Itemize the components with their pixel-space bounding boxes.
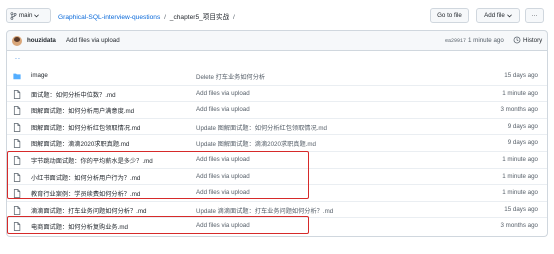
latest-commit-bar: houzidata Add files via upload ea29917 1… (6, 30, 548, 51)
parent-directory-row[interactable]: .. (7, 51, 547, 67)
commit-author[interactable]: houzidata (27, 37, 56, 44)
file-commit-message[interactable]: Update 滴滴面试题：打车业务问题如何分析？.md (196, 206, 333, 215)
file-name-link[interactable]: image (31, 72, 48, 79)
file-icon (13, 122, 21, 132)
file-name-link[interactable]: 教育行业案例：学员续费如何分析？.md (31, 189, 140, 198)
file-name-link[interactable]: 图解面试题：如何分析用户满意度.md (31, 106, 134, 115)
file-icon (13, 139, 21, 149)
file-commit-message[interactable]: Update 图解面试题：滴滴2020求职真题.md (196, 139, 316, 148)
table-row[interactable]: 面试题：如何分析中位数？.md Add files via upload 1 min… (7, 84, 547, 101)
breadcrumb: Graphical-SQL-interview-questions / _cha… (58, 11, 237, 21)
file-commit-age: 9 days ago (507, 122, 538, 130)
breadcrumb-separator: / (164, 14, 166, 21)
table-row[interactable]: 电商面试题：如何分析复购业务.md Add files via upload 3 m… (7, 217, 547, 233)
file-commit-age: 1 minute ago (502, 156, 538, 163)
file-name-link[interactable]: 面试题：如何分析中位数？.md (31, 90, 116, 99)
table-row[interactable]: 教育行业案例：学员续费如何分析？.md Add files via upload 1… (7, 184, 547, 200)
breadcrumb-trailing-separator: / (233, 14, 235, 21)
file-name-link[interactable]: 字节跳动面试题：你的平均薪水是多少？.md (31, 156, 153, 165)
kebab-icon: ··· (531, 12, 538, 19)
add-file-label: Add file (484, 12, 505, 19)
file-commit-age: 3 months ago (500, 106, 539, 114)
file-name-link[interactable]: 小红书面试题：如何分析用户行为？.md (31, 173, 140, 182)
file-commit-age: 9 days ago (507, 139, 538, 147)
file-icon (13, 156, 21, 165)
table-row[interactable]: 滴滴面试题：打车业务问题如何分析？.md Update 滴滴面试题：打车业务问题如… (7, 200, 547, 217)
file-commit-message[interactable]: Add files via upload (196, 156, 250, 163)
file-commit-age: 15 days ago (504, 72, 538, 79)
file-commit-age: 1 minute ago (502, 89, 538, 97)
table-row[interactable]: 字节跳动面试题：你的平均薪水是多少？.md Add files via uploa… (7, 151, 547, 167)
file-icon (13, 89, 21, 99)
history-link[interactable]: History (513, 36, 542, 44)
file-commit-age: 3 months ago (500, 222, 539, 230)
file-commit-message[interactable]: Delete 打车业务如何分析 (196, 72, 265, 81)
go-to-file-button[interactable]: Go to file (430, 8, 469, 23)
chevron-down-icon (34, 13, 40, 17)
branch-selector[interactable]: main (6, 8, 51, 23)
table-row[interactable]: 图解面试题：滴滴2020求职真题.md Update 图解面试题：滴滴2020求职… (7, 134, 547, 150)
file-commit-age: 15 days ago (504, 205, 538, 213)
parent-directory-link[interactable]: .. (15, 54, 21, 61)
file-icon (13, 205, 21, 215)
history-label: History (523, 36, 543, 44)
branch-icon (10, 11, 17, 20)
table-row[interactable]: image Delete 打车业务如何分析 15 days ago (7, 68, 547, 84)
file-list: .. image Delete 打车业务如何分析 15 days ago 面试题：如何… (6, 51, 548, 237)
commit-sha[interactable]: ea29917 (445, 38, 466, 44)
file-commit-age: 1 minute ago (502, 172, 538, 180)
chevron-down-icon (506, 13, 512, 17)
file-name-link[interactable]: 图解面试题：如何分析红包领取情况.md (31, 123, 140, 132)
commit-message[interactable]: Add files via upload (66, 37, 120, 44)
table-row[interactable]: 图解面试题：如何分析用户满意度.md Add files via upload 3 … (7, 101, 547, 117)
avatar[interactable] (12, 36, 22, 46)
file-commit-message[interactable]: Add files via upload (196, 222, 250, 229)
clock-icon (513, 36, 521, 44)
breadcrumb-repo-link[interactable]: Graphical-SQL-interview-questions (58, 14, 160, 21)
file-commit-message[interactable]: Add files via upload (196, 189, 250, 196)
folder-icon (13, 72, 21, 81)
more-options-button[interactable]: ··· (525, 8, 544, 23)
file-commit-message[interactable]: Update 图解面试题：如何分析红包领取情况.md (196, 123, 327, 132)
go-to-file-label: Go to file (437, 12, 462, 19)
add-file-button[interactable]: Add file (476, 8, 520, 23)
file-icon (13, 172, 21, 182)
file-commit-age: 1 minute ago (502, 189, 538, 197)
file-commit-message[interactable]: Add files via upload (196, 173, 250, 180)
file-name-link[interactable]: 滴滴面试题：打车业务问题如何分析？.md (31, 206, 147, 215)
file-icon (13, 222, 21, 232)
file-name-link[interactable]: 电商面试题：如何分析复购业务.md (31, 222, 128, 231)
repo-header: main Graphical-SQL-interview-questions /… (0, 0, 554, 30)
breadcrumb-current-folder: _chapter5_项目实战 (169, 14, 230, 21)
table-row[interactable]: 小红书面试题：如何分析用户行为？.md Add files via upload 1… (7, 167, 547, 184)
file-icon (13, 189, 21, 199)
file-commit-message[interactable]: Add files via upload (196, 106, 250, 113)
file-name-link[interactable]: 图解面试题：滴滴2020求职真题.md (31, 139, 129, 148)
file-commit-message[interactable]: Add files via upload (196, 90, 250, 97)
file-icon (13, 106, 21, 116)
table-row[interactable]: 图解面试题：如何分析红包领取情况.md Update 图解面试题：如何分析红包领取… (7, 117, 547, 134)
commit-time: 1 minute ago (468, 37, 504, 44)
branch-name: main (19, 12, 33, 19)
